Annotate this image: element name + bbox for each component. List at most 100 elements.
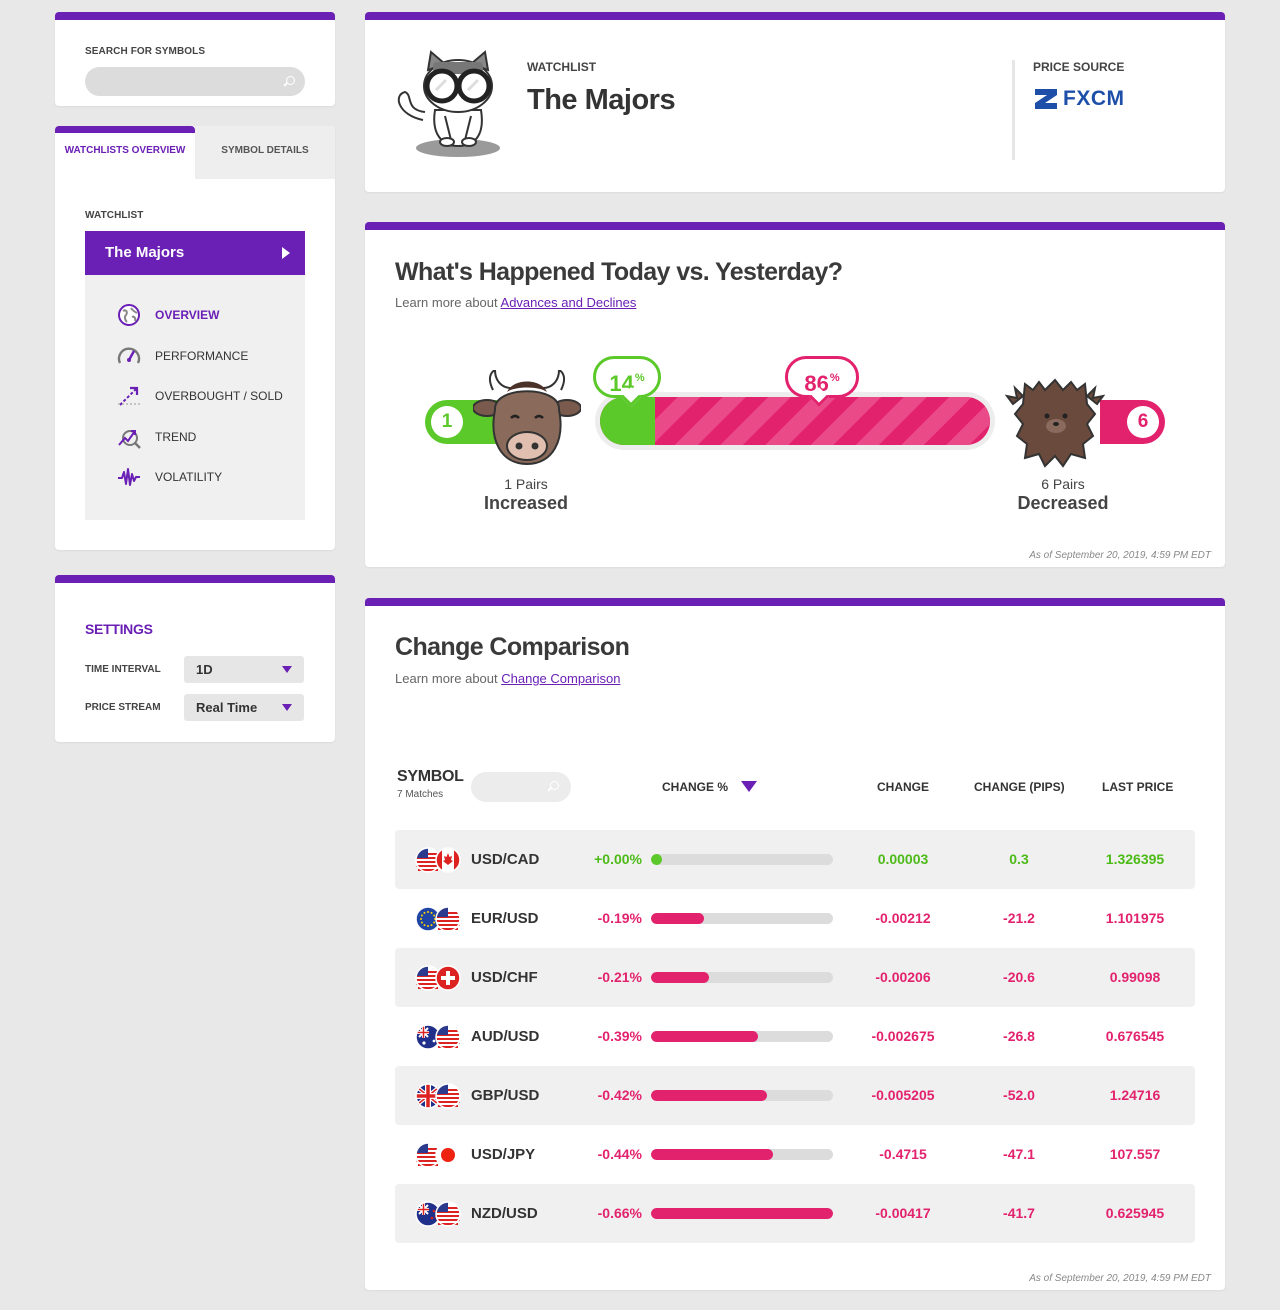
price-source-label: PRICE SOURCE xyxy=(1033,60,1125,74)
currency-flags xyxy=(415,1201,461,1227)
settings-title: SETTINGS xyxy=(85,621,153,637)
table-row[interactable]: NZD/USD -0.66% -0.00417 -41.7 0.625945 xyxy=(395,1184,1195,1243)
search-icon[interactable] xyxy=(283,76,295,88)
price-stream-select[interactable]: Real Time xyxy=(184,694,304,721)
tab-watchlists-overview[interactable]: WATCHLISTS OVERVIEW xyxy=(55,126,195,179)
symbol-search-input[interactable] xyxy=(85,67,305,96)
last-price: 1.326395 xyxy=(1105,851,1165,867)
decreased-count-pill: 6 xyxy=(1100,400,1165,444)
nav-item-trend[interactable]: TREND xyxy=(85,417,305,458)
change-pct-bar xyxy=(651,1090,833,1101)
column-header-change[interactable]: CHANGE xyxy=(877,780,929,794)
nav-item-overbought-sold[interactable]: OVERBOUGHT / SOLD xyxy=(85,376,305,417)
currency-flags xyxy=(415,965,461,991)
time-interval-label: TIME INTERVAL xyxy=(85,664,161,675)
last-price: 0.99098 xyxy=(1109,969,1161,985)
column-header-change-pips[interactable]: CHANGE (PIPS) xyxy=(974,780,1065,794)
symbol-search-panel: SEARCH FOR SYMBOLS xyxy=(55,12,335,106)
watchlist-selector-value: The Majors xyxy=(105,244,185,261)
last-price: 1.24716 xyxy=(1109,1087,1161,1103)
change-pct-bar xyxy=(651,1208,833,1219)
globe-icon xyxy=(118,304,140,326)
nav-item-label: OVERBOUGHT / SOLD xyxy=(155,389,283,403)
trend-arrow-icon xyxy=(118,386,140,406)
table-row[interactable]: USD/CHF -0.21% -0.00206 -20.6 0.99098 xyxy=(395,948,1195,1007)
tab-symbol-details[interactable]: SYMBOL DETAILS xyxy=(195,126,335,179)
divider xyxy=(1012,60,1015,160)
change-comparison-panel: Change Comparison Learn more about Chang… xyxy=(365,598,1225,1290)
change-value: -0.4715 xyxy=(879,1146,927,1162)
learn-more-prefix: Learn more about xyxy=(395,295,501,310)
magnifier-trend-icon xyxy=(118,429,141,449)
symbol-pair[interactable]: NZD/USD xyxy=(471,1205,538,1222)
column-header-last-price[interactable]: LAST PRICE xyxy=(1102,780,1173,794)
column-header-change-pct[interactable]: CHANGE % xyxy=(662,780,728,794)
change-pct-bar xyxy=(651,1149,833,1160)
change-pips: -41.7 xyxy=(1003,1205,1035,1221)
pulse-icon xyxy=(118,468,140,486)
change-pips: -21.2 xyxy=(1003,910,1035,926)
decreased-label: Decreased xyxy=(1017,493,1109,513)
bull-mascot-icon xyxy=(473,370,581,466)
change-pips: 0.3 xyxy=(1009,851,1029,867)
nav-item-overview[interactable]: OVERVIEW xyxy=(85,295,305,336)
table-row[interactable]: AUD/USD -0.39% -0.002675 -26.8 0.676545 xyxy=(395,1007,1195,1066)
bar-track xyxy=(600,397,990,445)
currency-flags xyxy=(415,847,461,873)
table-row[interactable]: GBP/USD -0.42% -0.005205 -52.0 1.24716 xyxy=(395,1066,1195,1125)
change-pips: -47.1 xyxy=(1003,1146,1035,1162)
caret-down-icon xyxy=(282,666,292,673)
advance-decline-bar xyxy=(595,392,995,450)
us-flag-icon xyxy=(435,1083,461,1114)
symbol-pair[interactable]: USD/CHF xyxy=(471,969,538,986)
table-row[interactable]: USD/CAD +0.00% 0.00003 0.3 1.326395 xyxy=(395,830,1195,889)
change-value: -0.00212 xyxy=(875,910,931,926)
bear-mascot-icon xyxy=(1005,378,1105,468)
caret-down-icon xyxy=(282,704,292,711)
watchlist-selector[interactable]: The Majors xyxy=(85,231,305,275)
search-label: SEARCH FOR SYMBOLS xyxy=(85,46,206,57)
change-comparison-link[interactable]: Change Comparison xyxy=(501,671,620,686)
settings-panel: SETTINGS TIME INTERVAL 1D PRICE STREAM R… xyxy=(55,575,335,742)
decreased-pairs-text: 6 Pairs xyxy=(1041,476,1085,492)
section-title: Change Comparison xyxy=(395,633,630,661)
us-flag-icon xyxy=(435,1024,461,1055)
change-value: -0.002675 xyxy=(871,1028,935,1044)
currency-flags xyxy=(415,1024,461,1050)
gauge-icon xyxy=(117,346,141,364)
watchlist-header: WATCHLIST The Majors PRICE SOURCE FXCM xyxy=(365,12,1225,192)
panel-tabs: WATCHLISTS OVERVIEW SYMBOL DETAILS xyxy=(55,126,335,179)
nav-item-volatility[interactable]: VOLATILITY xyxy=(85,457,305,498)
change-pips: -20.6 xyxy=(1003,969,1035,985)
search-icon[interactable] xyxy=(547,781,559,793)
last-price: 107.557 xyxy=(1109,1146,1161,1162)
last-price: 0.625945 xyxy=(1105,1205,1165,1221)
last-price: 1.101975 xyxy=(1105,910,1165,926)
symbol-pair[interactable]: AUD/USD xyxy=(471,1028,539,1045)
symbol-pair[interactable]: EUR/USD xyxy=(471,910,539,927)
advances-declines-link[interactable]: Advances and Declines xyxy=(501,295,637,310)
us-flag-icon xyxy=(435,906,461,937)
change-pct-bar xyxy=(651,913,833,924)
change-pct-bar-fill xyxy=(651,1031,758,1042)
symbol-pair[interactable]: USD/JPY xyxy=(471,1146,535,1163)
cat-mascot-icon xyxy=(397,50,500,157)
change-pct-bar-fill xyxy=(651,854,662,865)
sort-desc-icon[interactable] xyxy=(741,781,757,792)
table-row[interactable]: USD/JPY -0.44% -0.4715 -47.1 107.557 xyxy=(395,1125,1195,1184)
learn-more-prefix: Learn more about xyxy=(395,671,502,686)
change-pct-bar-fill xyxy=(651,1149,773,1160)
time-interval-value: 1D xyxy=(196,662,213,677)
symbol-pair[interactable]: GBP/USD xyxy=(471,1087,539,1104)
change-pct-bar-fill xyxy=(651,972,709,983)
match-count: 7 Matches xyxy=(397,789,444,800)
increased-count: 1 xyxy=(431,406,463,438)
change-value: 0.00003 xyxy=(877,851,929,867)
symbol-pair[interactable]: USD/CAD xyxy=(471,851,539,868)
time-interval-select[interactable]: 1D xyxy=(184,656,304,683)
column-header-symbol[interactable]: SYMBOL xyxy=(397,768,464,786)
table-row[interactable]: EUR/USD -0.19% -0.00212 -21.2 1.101975 xyxy=(395,889,1195,948)
nav-item-performance[interactable]: PERFORMANCE xyxy=(85,336,305,377)
nav-item-label: TREND xyxy=(155,429,197,444)
change-pct-bar-fill xyxy=(651,913,704,924)
